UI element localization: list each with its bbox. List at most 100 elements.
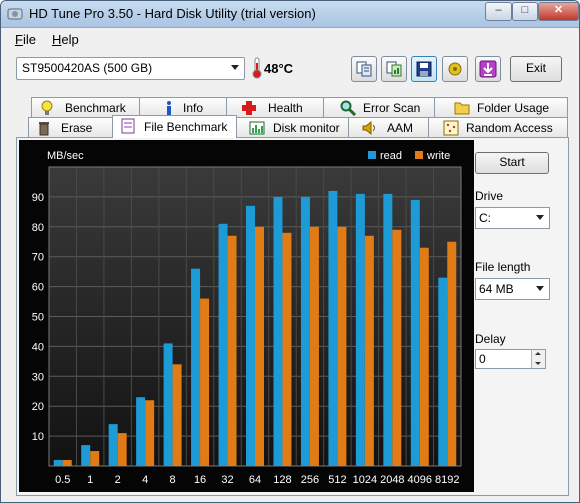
y-axis-label: MB/sec (47, 150, 84, 162)
drive-label: Drive (475, 189, 504, 203)
y-tick-label: 50 (32, 312, 44, 324)
bar-write (309, 226, 319, 466)
x-tick-label: 4096 (408, 474, 432, 486)
tab-health[interactable]: Health (226, 97, 324, 118)
delay-label: Delay (475, 332, 506, 346)
spinner-down-icon[interactable] (531, 359, 545, 368)
file-benchmark-icon (121, 118, 135, 134)
x-tick-label: 16 (194, 474, 206, 486)
tab-error-scan[interactable]: Error Scan (323, 97, 435, 118)
close-icon: ✕ (553, 4, 564, 16)
bar-read (383, 193, 393, 466)
maximize-button[interactable]: □ (512, 2, 538, 21)
bar-read (163, 343, 173, 466)
bar-write (364, 235, 374, 466)
x-tick-label: 64 (249, 474, 261, 486)
bar-write (419, 247, 429, 466)
download-icon (479, 60, 497, 78)
y-tick-label: 70 (32, 252, 44, 264)
y-tick-label: 60 (32, 282, 44, 294)
bar-read (81, 445, 91, 466)
x-tick-label: 128 (273, 474, 291, 486)
chevron-down-icon (536, 215, 544, 220)
start-button[interactable]: Start (475, 152, 549, 174)
close-button[interactable]: ✕ (538, 2, 579, 21)
title-bar[interactable]: HD Tune Pro 3.50 - Hard Disk Utility (tr… (1, 1, 579, 28)
copy-text-button[interactable] (351, 56, 377, 82)
benchmark-chart: 10 20 30 40 50 60 70 80 90 MB/sec read write 0.5 1 2 4 8… (19, 140, 474, 492)
legend-swatch-read (368, 151, 376, 159)
x-tick-label: 512 (328, 474, 346, 486)
speaker-icon (362, 120, 375, 136)
x-tick-label: 256 (301, 474, 319, 486)
save-button[interactable] (411, 56, 437, 82)
legend-swatch-write (415, 151, 423, 159)
temperature-readout: 48°C (264, 61, 294, 76)
random-access-icon (443, 120, 459, 136)
delay-spinner[interactable]: 0 (475, 349, 546, 369)
minimize-icon: – (495, 4, 502, 16)
app-icon (7, 8, 23, 20)
folder-icon (454, 102, 470, 115)
x-tick-label: 1024 (353, 474, 377, 486)
main-window: HD Tune Pro 3.50 - Hard Disk Utility (tr… (0, 0, 580, 503)
bar-read (191, 268, 201, 466)
x-tick-label: 0.5 (55, 474, 70, 486)
bar-read (218, 223, 228, 466)
legend-label-read: read (380, 150, 402, 162)
drive-dropdown[interactable]: ST9500420AS (500 GB) (16, 57, 245, 80)
x-tick-label: 1 (87, 474, 93, 486)
y-tick-label: 30 (32, 371, 44, 383)
tab-random-access[interactable]: Random Access (428, 117, 568, 138)
copy-screenshot-icon (386, 61, 402, 77)
bar-write (62, 460, 72, 466)
menu-help[interactable]: Help (52, 32, 79, 47)
bar-write (200, 298, 210, 466)
lightbulb-icon (41, 100, 53, 115)
options-button[interactable] (442, 56, 468, 82)
bar-read (300, 196, 310, 466)
file-length-label: File length (475, 260, 531, 274)
exit-button[interactable]: Exit (510, 56, 562, 82)
tab-folder-usage[interactable]: Folder Usage (434, 97, 568, 118)
tab-aam[interactable]: AAM (348, 117, 429, 138)
y-tick-label: 80 (32, 222, 44, 234)
trash-icon (39, 122, 49, 136)
bar-read (328, 190, 338, 467)
legend-label-write: write (426, 150, 450, 162)
disk-monitor-icon (249, 121, 265, 135)
copy-screenshot-button[interactable] (381, 56, 407, 82)
bar-read (136, 397, 146, 466)
tab-file-benchmark[interactable]: File Benchmark (112, 115, 237, 138)
drive-dropdown-value: ST9500420AS (500 GB) (22, 61, 153, 75)
x-tick-label: 32 (221, 474, 233, 486)
bar-write (337, 226, 347, 466)
bar-read (108, 424, 118, 466)
file-length-combo[interactable]: 64 MB (475, 278, 550, 300)
magnifier-icon (340, 100, 356, 116)
tab-erase[interactable]: Erase (28, 117, 115, 138)
options-icon (448, 62, 462, 76)
y-tick-label: 10 (32, 431, 44, 443)
bar-write (90, 451, 100, 466)
file-benchmark-panel: 10 20 30 40 50 60 70 80 90 MB/sec read write 0.5 1 2 4 8… (16, 137, 569, 496)
x-tick-label: 8192 (435, 474, 459, 486)
tab-disk-monitor[interactable]: Disk monitor (236, 117, 349, 138)
copy-text-icon (356, 61, 372, 77)
file-length-value: 64 MB (479, 282, 514, 296)
x-tick-label: 4 (142, 474, 148, 486)
toolbar: ST9500420AS (500 GB) 48°C Exit (1, 50, 579, 88)
minimize-button[interactable]: – (485, 2, 512, 21)
menu-file[interactable]: File (15, 32, 36, 47)
bar-write (255, 226, 264, 466)
bar-write (392, 229, 402, 466)
bar-read (438, 277, 448, 466)
download-button[interactable] (475, 56, 501, 82)
drive-combo-value: C: (479, 211, 491, 225)
y-tick-label: 90 (32, 192, 44, 204)
health-cross-icon (242, 101, 256, 115)
thermometer-icon (252, 57, 262, 79)
drive-combo[interactable]: C: (475, 207, 550, 229)
x-tick-label: 2048 (380, 474, 404, 486)
bar-read (273, 196, 283, 466)
